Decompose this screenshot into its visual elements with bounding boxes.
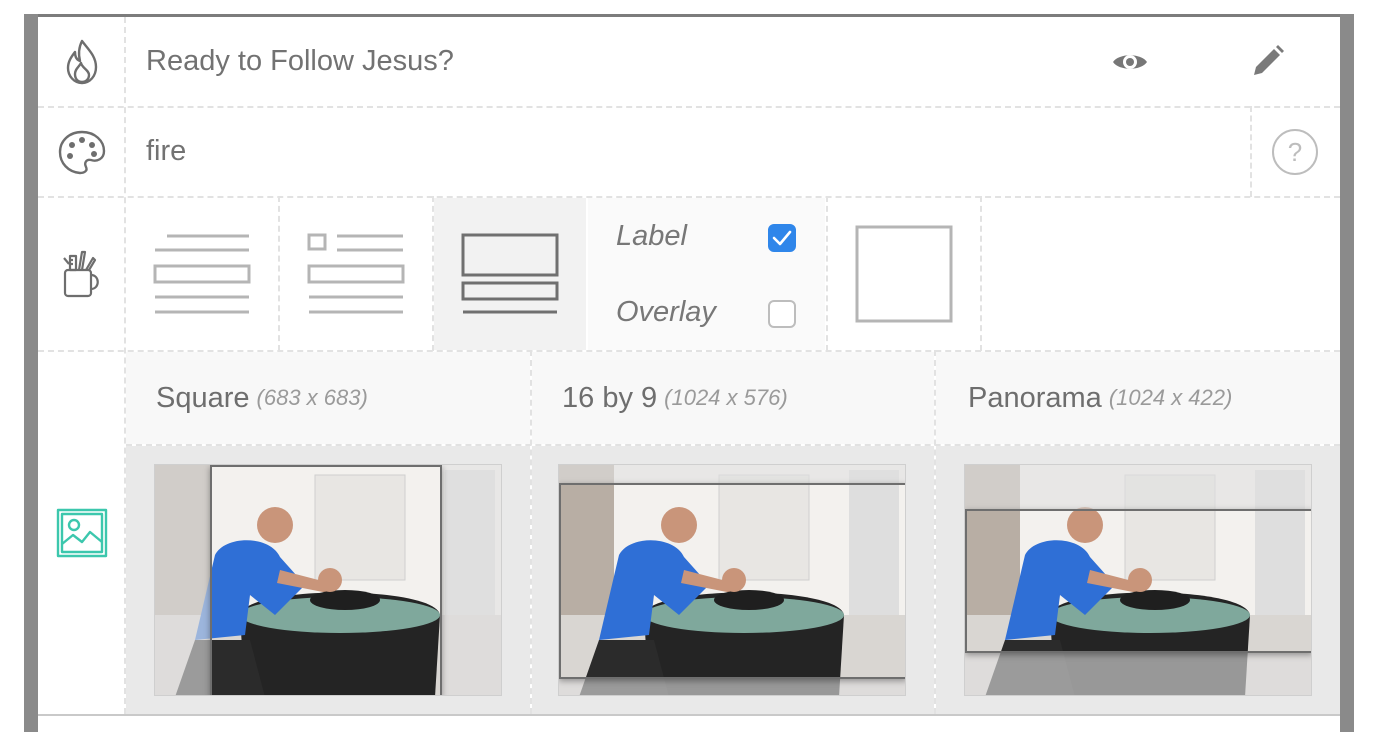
label-checkbox[interactable] [768,224,796,252]
crop-header-16by9[interactable]: 16 by 9 (1024 x 576) [532,352,934,444]
tools-cup-icon [38,198,125,350]
editor-panel: Ready to Follow Jesus? fire ? Label Over… [38,17,1340,732]
crop-name: Square [156,381,250,414]
crop-mask-right [442,465,501,695]
crop-mask-top [559,465,905,483]
flame-icon [38,17,125,106]
row-divider-1 [38,106,1340,108]
crop-dimensions: (1024 x 576) [664,385,788,410]
text-only-layout[interactable] [126,198,278,350]
image-top-layout[interactable] [434,198,586,350]
overlay-checkbox[interactable] [768,300,796,328]
crop-header-square[interactable]: Square (683 x 683) [126,352,530,444]
crop-header-panorama[interactable]: Panorama (1024 x 422) [936,352,1340,444]
panel-bottom-border [38,714,1340,716]
crop-selection-16by9[interactable] [559,483,905,679]
image-only-layout[interactable] [828,198,980,350]
crop-name: 16 by 9 [562,381,658,414]
frame-left-border [24,14,38,732]
help-divider [1250,106,1252,197]
photo-thumbnail-16by9[interactable] [558,464,906,696]
frame-right-border [1340,14,1354,732]
crop-name: Panorama [968,381,1102,414]
page-title[interactable]: Ready to Follow Jesus? [146,45,454,78]
label-option-text: Label [616,220,687,252]
crop-mask-top [965,465,1311,509]
layout-options: Label Overlay [588,198,825,350]
overlay-option-text: Overlay [616,296,716,328]
crop-mask-bottom [559,679,905,695]
question-circle-icon[interactable]: ? [1270,127,1320,177]
crop-mask-left [155,465,210,695]
small-image-text-layout[interactable] [280,198,432,350]
palette-icon [38,108,125,196]
crop-dimensions: (1024 x 422) [1108,385,1233,410]
crop-mask-bottom [965,653,1311,695]
crop-dimensions: (683 x 683) [256,385,368,410]
crop-selection-panorama[interactable] [965,509,1311,653]
eye-icon[interactable] [1108,45,1152,79]
image-icon [38,352,125,714]
checkmark-icon [772,230,792,246]
pencil-icon[interactable] [1248,41,1288,81]
photo-thumbnail-panorama[interactable] [964,464,1312,696]
svg-text:?: ? [1288,137,1302,167]
layout-divider-4 [980,196,982,351]
crop-selection-square[interactable] [210,465,442,695]
theme-field[interactable]: fire [146,135,186,168]
photo-thumbnail-square[interactable] [154,464,502,696]
